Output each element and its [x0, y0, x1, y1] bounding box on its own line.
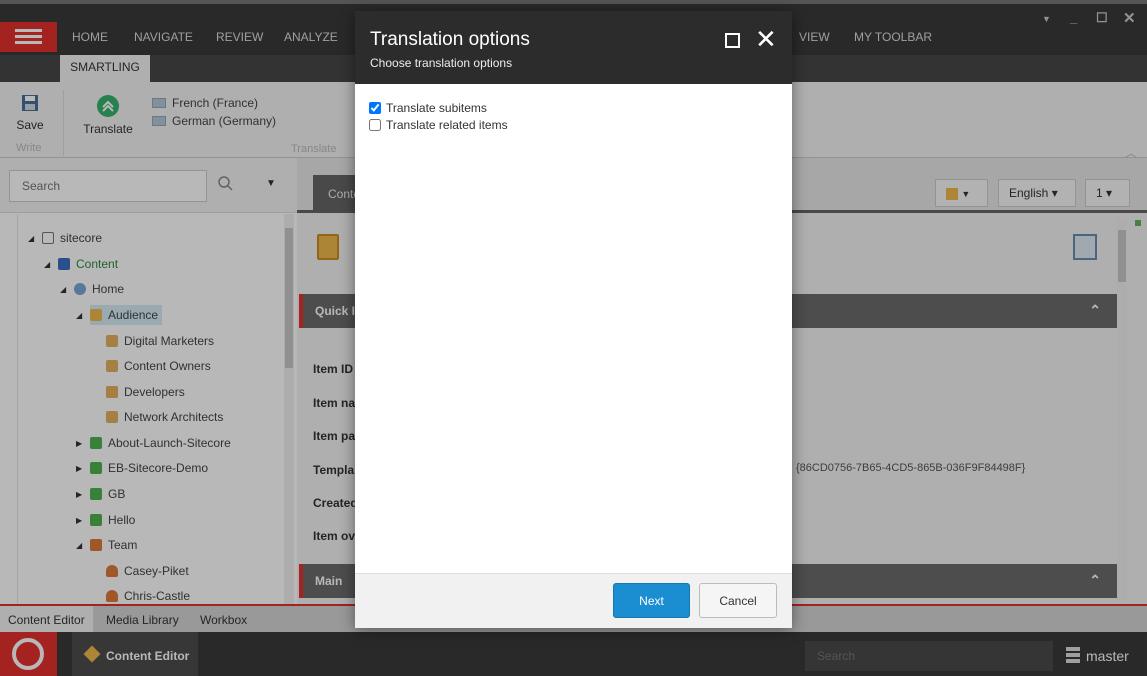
dialog-title: Translation options: [370, 29, 530, 50]
maximize-icon[interactable]: [725, 33, 740, 48]
dialog-header: Translation options Choose translation o…: [355, 11, 792, 84]
next-button[interactable]: Next: [613, 583, 690, 618]
close-icon[interactable]: ✕: [755, 25, 777, 53]
option-label: Translate subitems: [386, 101, 487, 115]
option-translate-subitems[interactable]: Translate subitems: [369, 101, 487, 115]
option-translate-related-items[interactable]: Translate related items: [369, 118, 508, 132]
cancel-button[interactable]: Cancel: [699, 583, 777, 618]
translate-related-checkbox[interactable]: [369, 119, 381, 131]
dialog-subtitle: Choose translation options: [370, 56, 513, 70]
translate-subitems-checkbox[interactable]: [369, 102, 381, 114]
dialog-footer: Next Cancel: [355, 573, 792, 628]
dialog-body: Translate subitems Translate related ite…: [355, 84, 792, 573]
translation-options-dialog: Translation options Choose translation o…: [355, 11, 792, 628]
option-label: Translate related items: [386, 118, 508, 132]
